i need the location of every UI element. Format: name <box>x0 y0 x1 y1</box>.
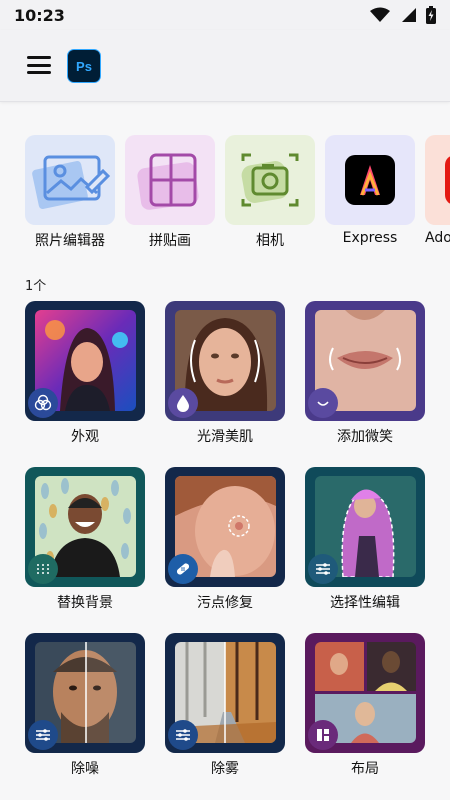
tool-looks[interactable]: 外观 <box>25 301 145 451</box>
tool-frame <box>25 633 145 753</box>
tool-frame <box>165 467 285 587</box>
signal-icon <box>402 8 416 22</box>
app-adobe[interactable]: Ado <box>425 135 450 246</box>
tool-replace-background[interactable]: 替换背景 <box>25 467 145 617</box>
adobe-express-icon <box>325 135 415 225</box>
tool-smooth-skin[interactable]: 光滑美肌 <box>165 301 285 451</box>
collage-icon <box>125 135 215 225</box>
tool-label: 光滑美肌 <box>197 429 253 445</box>
tool-frame <box>305 467 425 587</box>
tool-frame <box>25 301 145 421</box>
app-label: 照片编辑器 <box>35 233 105 249</box>
menu-icon-line <box>27 71 51 74</box>
tool-denoise[interactable]: 除噪 <box>25 633 145 783</box>
battery-icon <box>426 6 436 24</box>
tool-label: 添加微笑 <box>337 429 393 445</box>
app-label: 拼贴画 <box>149 233 191 249</box>
status-bar: 10:23 <box>0 0 450 30</box>
tool-frame <box>25 467 145 587</box>
drop-icon <box>168 388 198 418</box>
app-bar: Ps <box>0 30 450 102</box>
status-time: 10:23 <box>14 5 65 25</box>
status-icons <box>370 6 436 24</box>
photoshop-logo[interactable]: Ps <box>67 49 101 83</box>
camera-icon <box>225 135 315 225</box>
tool-dehaze[interactable]: 除雾 <box>165 633 285 783</box>
app-label: 相机 <box>256 233 284 249</box>
tool-frame <box>165 633 285 753</box>
tool-label: 布局 <box>351 761 379 777</box>
wifi-icon <box>370 7 390 22</box>
app-collage[interactable]: 拼贴画 <box>125 135 215 249</box>
photo-edit-icon <box>25 135 115 225</box>
tool-selective-edit[interactable]: 选择性编辑 <box>305 467 425 617</box>
tool-spot-heal[interactable]: 污点修复 <box>165 467 285 617</box>
menu-icon-line <box>27 56 51 59</box>
app-express[interactable]: Express <box>325 135 415 246</box>
bandage-icon <box>168 554 198 584</box>
looks-icon <box>28 388 58 418</box>
app-photo-editor[interactable]: 照片编辑器 <box>25 135 115 249</box>
tool-label: 替换背景 <box>57 595 113 611</box>
tool-add-smile[interactable]: 添加微笑 <box>305 301 425 451</box>
tool-frame <box>305 301 425 421</box>
menu-button[interactable] <box>26 54 52 76</box>
background-icon <box>28 554 58 584</box>
tool-label: 污点修复 <box>197 595 253 611</box>
smile-icon <box>308 388 338 418</box>
tool-label: 除噪 <box>71 761 99 777</box>
app-label: Ado <box>425 230 450 246</box>
menu-icon-line <box>27 63 51 67</box>
app-camera[interactable]: 相机 <box>225 135 315 249</box>
sliders-icon <box>308 554 338 584</box>
tool-frame <box>305 633 425 753</box>
section-title: 1个 <box>25 279 47 294</box>
tool-label: 外观 <box>71 429 99 445</box>
sliders-icon <box>28 720 58 750</box>
tool-label: 选择性编辑 <box>330 595 400 611</box>
tool-label: 除雾 <box>211 761 239 777</box>
sliders-icon <box>168 720 198 750</box>
apps-row: 照片编辑器 拼贴画 相机 Express Ado <box>25 135 450 250</box>
app-label: Express <box>342 230 398 246</box>
tool-frame <box>165 301 285 421</box>
tool-layout[interactable]: 布局 <box>305 633 425 783</box>
layout-icon <box>308 720 338 750</box>
adobe-icon <box>425 135 450 225</box>
